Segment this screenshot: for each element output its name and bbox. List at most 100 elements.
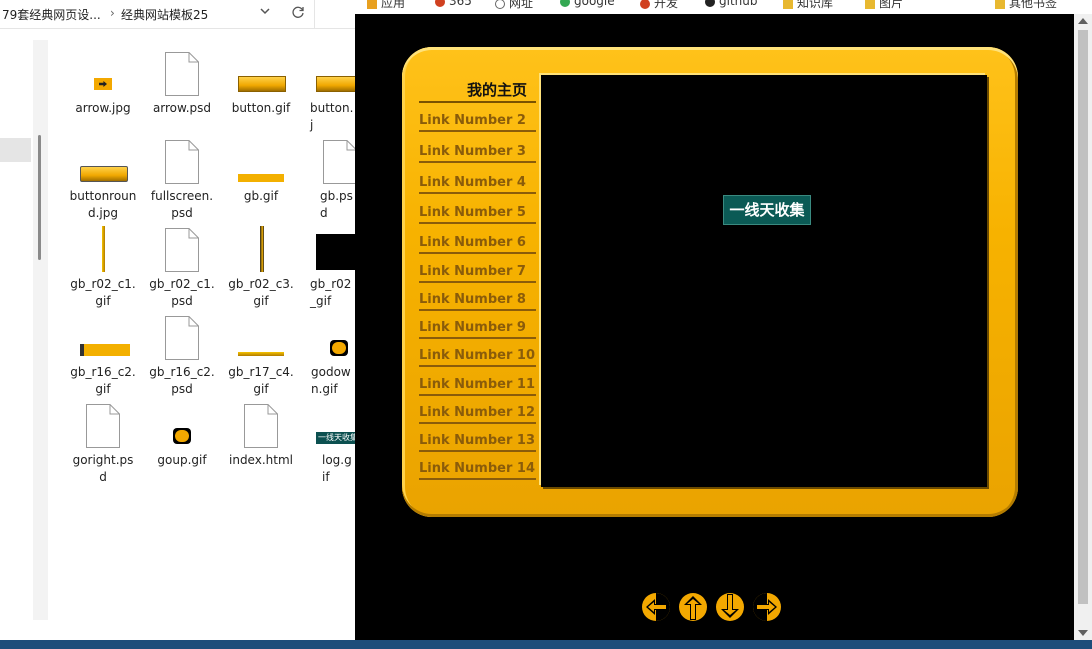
black-image-icon: [316, 234, 355, 270]
bookmark-item[interactable]: 应用: [367, 0, 405, 11]
file-name: arrow.psd: [152, 101, 212, 115]
nav-link[interactable]: Link Number 6: [419, 226, 536, 254]
nav-link[interactable]: Link Number 4: [419, 166, 536, 194]
file-item[interactable]: fullscreen.psd: [142, 138, 222, 222]
file-item[interactable]: buttonround.jpg: [63, 138, 143, 222]
file-name: gb_r17_c4.gif: [228, 365, 294, 396]
breadcrumb-separator: ›: [110, 6, 115, 20]
right-arrow-icon[interactable]: [752, 592, 782, 622]
round-button-image-icon: [330, 340, 348, 356]
bar-image-icon: [238, 174, 284, 182]
nav-link[interactable]: Link Number 2: [419, 104, 536, 132]
file-item[interactable]: gb.gif: [221, 138, 301, 205]
home-underline: [419, 101, 536, 103]
breadcrumb-folder-parent[interactable]: 79套经典网页设...: [2, 6, 101, 23]
arrow-image-icon: [94, 78, 112, 90]
browser-window: 应用 365 网址 google 开发 github 知识库 图片 其他书签 一…: [355, 0, 1092, 640]
round-button-image-icon: [173, 428, 191, 444]
nav-link[interactable]: Link Number 14: [419, 452, 536, 480]
github-icon: [705, 0, 715, 7]
file-item[interactable]: button.j: [300, 50, 355, 134]
logo-image-icon: 一线天收集: [316, 432, 355, 444]
content-screen: [541, 75, 987, 487]
bar-image-icon: [80, 344, 130, 356]
file-item[interactable]: gb_r02_c3.gif: [221, 226, 301, 310]
document-icon: [165, 52, 199, 96]
site-logo: 一线天收集: [723, 195, 811, 225]
file-item[interactable]: arrow.psd: [142, 50, 222, 117]
file-name: gb_r02_c1.psd: [149, 277, 215, 308]
buttonround-image-icon: [80, 166, 128, 182]
chevron-down-icon[interactable]: [258, 4, 272, 18]
document-icon: [244, 404, 278, 448]
file-name: gb.psd: [320, 189, 353, 220]
file-item[interactable]: gb_r16_c2.psd: [142, 314, 222, 398]
address-bar-divider: [314, 0, 315, 28]
nav-scrollbar-thumb[interactable]: [38, 135, 41, 260]
bookmark-item[interactable]: 其他书签: [995, 0, 1057, 11]
file-explorer-window: 79套经典网页设... › 经典网站模板25 版 arrow.jpg arrow…: [0, 0, 355, 649]
bookmark-item[interactable]: github: [705, 0, 757, 8]
bookmark-item[interactable]: google: [560, 0, 615, 8]
scrollbar-thumb[interactable]: [1078, 30, 1088, 604]
nav-link[interactable]: Link Number 3: [419, 135, 536, 163]
bookmark-item[interactable]: 知识库: [783, 0, 833, 11]
document-icon: [86, 404, 120, 448]
globe-icon: [495, 0, 505, 9]
line-image-icon: [238, 352, 284, 356]
nav-link[interactable]: Link Number 13: [419, 424, 536, 452]
file-item[interactable]: gb_r02_c1.gif: [63, 226, 143, 310]
nav-link[interactable]: Link Number 5: [419, 196, 536, 224]
nav-link[interactable]: Link Number 9: [419, 311, 536, 339]
file-item[interactable]: goright.psd: [63, 402, 143, 486]
left-arrow-icon[interactable]: [641, 592, 671, 622]
file-name: button.j: [310, 101, 354, 132]
nav-link[interactable]: Link Number 7: [419, 255, 536, 283]
scroll-down-icon[interactable]: [1078, 630, 1088, 636]
file-item[interactable]: arrow.jpg: [63, 50, 143, 117]
files-scroll-track[interactable]: [33, 40, 48, 620]
down-arrow-icon[interactable]: [715, 592, 745, 622]
file-item[interactable]: gb_r02_c1.psd: [142, 226, 222, 310]
bookmark-icon: [640, 0, 650, 9]
bookmark-item[interactable]: 网址: [495, 0, 533, 11]
file-name: arrow.jpg: [75, 101, 131, 115]
address-bar[interactable]: 79套经典网页设... › 经典网站模板25: [0, 0, 355, 29]
nav-link[interactable]: Link Number 11: [419, 368, 536, 396]
vertical-line-dark-image-icon: [260, 226, 264, 272]
breadcrumb-folder-current[interactable]: 经典网站模板25: [121, 6, 208, 23]
file-item[interactable]: gb_r02_gif: [300, 226, 355, 310]
file-item[interactable]: gb_r17_c4.gif: [221, 314, 301, 398]
vertical-scrollbar[interactable]: [1074, 14, 1092, 640]
nav-link[interactable]: Link Number 10: [419, 339, 536, 367]
button-image-icon: [238, 76, 286, 92]
nav-link[interactable]: Link Number 8: [419, 283, 536, 311]
file-item[interactable]: button.gif: [221, 50, 301, 117]
file-name: buttonround.jpg: [69, 189, 137, 220]
file-item[interactable]: gb_r16_c2.gif: [63, 314, 143, 398]
nav-item-selected[interactable]: [0, 138, 31, 162]
google-icon: [560, 0, 570, 7]
taskbar: [0, 640, 1092, 649]
nav-link[interactable]: Link Number 12: [419, 396, 536, 424]
nav-button-group: [641, 592, 791, 622]
home-title[interactable]: 我的主页: [420, 79, 537, 100]
document-icon: [165, 228, 199, 272]
refresh-icon[interactable]: [290, 4, 306, 20]
file-name: gb_r02_c1.gif: [70, 277, 136, 308]
file-item[interactable]: godown.gif: [300, 314, 355, 398]
up-arrow-icon[interactable]: [678, 592, 708, 622]
folder-icon: [783, 0, 793, 9]
file-item[interactable]: goup.gif: [142, 402, 222, 469]
scroll-up-icon[interactable]: [1078, 18, 1088, 24]
bookmarks-bar: 应用 365 网址 google 开发 github 知识库 图片 其他书签: [355, 0, 1092, 14]
file-item[interactable]: index.html: [221, 402, 301, 469]
file-name: goup.gif: [157, 453, 207, 467]
bookmark-item[interactable]: 图片: [865, 0, 903, 11]
file-name: button.gif: [231, 101, 291, 115]
bookmark-item[interactable]: 开发: [640, 0, 678, 11]
bookmark-item[interactable]: 365: [435, 0, 472, 8]
file-item[interactable]: 一线天收集 log.gif: [300, 402, 355, 486]
document-icon: [165, 316, 199, 360]
file-item[interactable]: gb.psd: [300, 138, 355, 222]
